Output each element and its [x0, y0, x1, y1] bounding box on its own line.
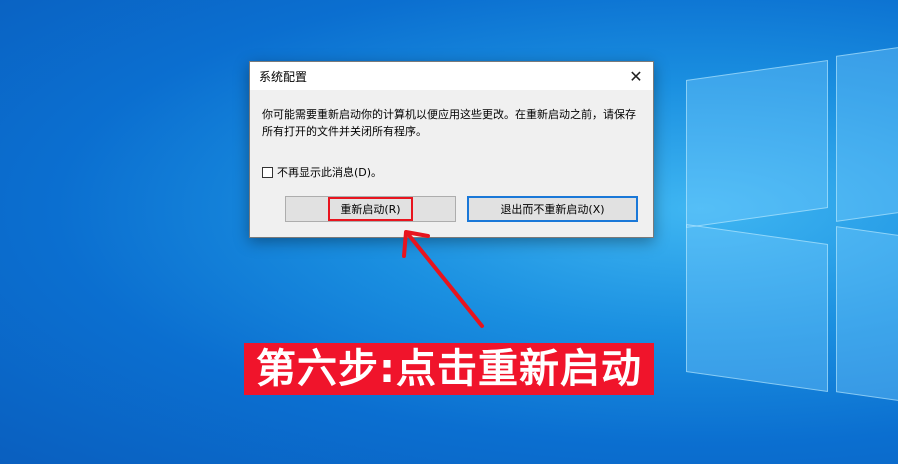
windows-logo-pane	[836, 226, 898, 408]
windows-logo-pane	[836, 40, 898, 222]
close-icon: ✕	[629, 66, 643, 86]
windows-logo-pane	[686, 224, 828, 392]
close-button[interactable]: ✕	[619, 62, 653, 90]
dialog-message: 你可能需要重新启动你的计算机以便应用这些更改。在重新启动之前，请保存所有打开的文…	[262, 108, 636, 138]
dont-show-again-label[interactable]: 不再显示此消息(D)。	[277, 164, 382, 180]
restart-button[interactable]: 重新启动(R)	[285, 196, 456, 222]
dont-show-again-row[interactable]: 不再显示此消息(D)。	[262, 164, 382, 180]
exit-without-restart-button[interactable]: 退出而不重新启动(X)	[467, 196, 638, 222]
dialog-title: 系统配置	[259, 70, 308, 84]
step-caption: 第六步:点击重新启动	[244, 343, 654, 395]
dont-show-again-checkbox[interactable]	[262, 166, 273, 178]
windows-logo	[686, 36, 898, 408]
system-config-dialog: 系统配置 ✕ 你可能需要重新启动你的计算机以便应用这些更改。在重新启动之前，请保…	[249, 61, 654, 238]
windows-logo-pane	[686, 60, 828, 228]
exit-button-label: 退出而不重新启动(X)	[500, 203, 605, 216]
dialog-titlebar: 系统配置 ✕	[250, 62, 653, 91]
red-arrow-icon	[402, 230, 484, 328]
restart-button-label: 重新启动(R)	[328, 197, 413, 221]
